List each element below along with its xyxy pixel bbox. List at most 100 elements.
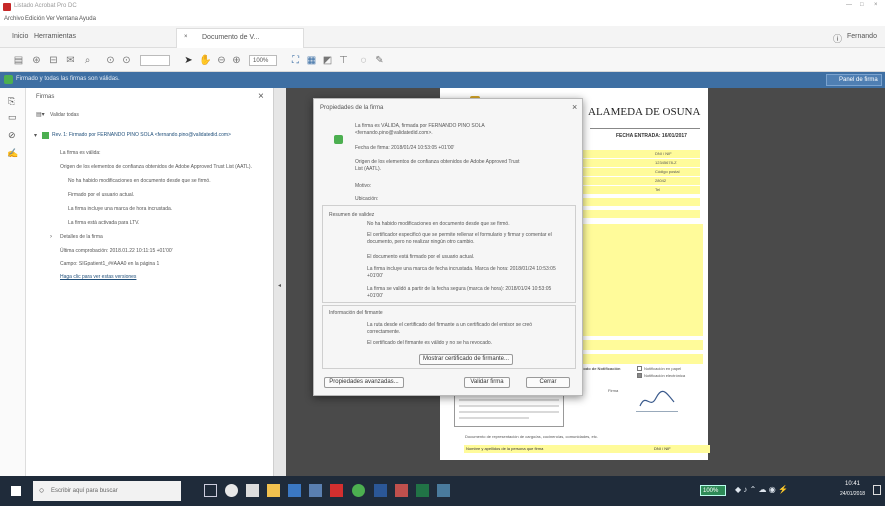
rev-signature-icon (42, 132, 49, 139)
zoom-in-icon[interactable]: ⊕ (231, 55, 242, 66)
form-field-4[interactable] (583, 177, 700, 185)
form-field-7[interactable] (583, 210, 700, 218)
clock-time[interactable]: 10:41 (845, 481, 860, 487)
task-view-icon[interactable] (204, 484, 217, 497)
signature-panel-label: Panel de firma (839, 77, 878, 83)
taskbar-search-box[interactable]: ○ Escribir aquí para buscar (33, 481, 181, 501)
rev-expand-icon[interactable]: ▾ (34, 132, 37, 139)
validate-signature-button[interactable]: Validar firma (464, 377, 510, 388)
excel-icon[interactable] (416, 484, 429, 497)
form-field-9[interactable] (583, 354, 703, 364)
menu-ver[interactable]: Ver (46, 16, 55, 22)
footer-value: DNI / NIF (654, 446, 671, 451)
highlight-icon[interactable]: ⊤ (338, 55, 349, 66)
dialog-close-button[interactable]: × (572, 102, 577, 112)
collapse-arrow-icon[interactable]: ◂ (278, 282, 281, 289)
sig-item-timestamp: La firma incluye una marca de hora incru… (68, 206, 173, 212)
attachments-icon[interactable]: ⎘ (8, 96, 15, 107)
battery-indicator[interactable]: 100% (700, 485, 726, 496)
tab-home[interactable]: Inicio (12, 33, 28, 40)
powerpoint-icon[interactable] (395, 484, 408, 497)
page-number-input[interactable] (140, 55, 170, 66)
signature-panel-button[interactable]: Panel de firma (826, 74, 882, 86)
tray-icons[interactable]: ◆ ♪ ⌃ ☁ ◉ ⚡ (735, 485, 788, 494)
signature-pen-icon[interactable]: ✍ (7, 148, 18, 159)
help-icon[interactable]: ⓘ (833, 32, 842, 45)
signer-info-group: Información del firmante La ruta desde e… (322, 305, 576, 369)
clock-date[interactable]: 24/01/2018 (840, 491, 865, 497)
form-field-large[interactable] (583, 224, 703, 336)
notify-label: Modo de Notificación (580, 366, 621, 371)
table-value-2: 12345678-Z (655, 160, 677, 165)
tab-close-icon[interactable]: × (184, 34, 188, 40)
sig-details[interactable]: Detalles de la firma (60, 234, 103, 240)
form-field-5[interactable] (583, 186, 700, 194)
mail-icon[interactable] (288, 484, 301, 497)
tab-document-active[interactable]: × Documento de V... (176, 28, 304, 48)
validate-all-button[interactable]: ▤▾ Validar todas (36, 110, 79, 120)
email-icon[interactable]: ✉ (65, 55, 76, 66)
form-field-2[interactable] (583, 159, 700, 167)
form-field-8[interactable] (583, 340, 703, 350)
dialog-origin: Origen de los elementos de confianza obt… (355, 159, 520, 172)
user-name[interactable]: Fernando (847, 33, 877, 40)
close-button[interactable]: × (874, 2, 878, 8)
menu-bar: Archivo Edición Ver Ventana Ayuda (0, 14, 885, 26)
show-certificate-button[interactable]: Mostrar certificado de firmante... (419, 354, 513, 365)
paperclip-icon[interactable]: ⊘ (8, 130, 16, 141)
dialog-title: Propiedades de la firma (320, 105, 384, 111)
dialog-intro: La firma es VÁLIDA, firmada por FERNANDO… (355, 123, 485, 136)
hand-icon[interactable]: ✋ (199, 55, 211, 66)
menu-ventana[interactable]: Ventana (56, 16, 78, 22)
app-icon-1[interactable] (309, 484, 322, 497)
windows-start-icon[interactable] (11, 486, 21, 496)
rotate-icon[interactable]: ◩ (322, 55, 333, 66)
signatures-panel-close[interactable]: × (258, 91, 264, 102)
page-up-icon[interactable]: ⊙ (105, 55, 116, 66)
panel-splitter[interactable]: ◂ (274, 88, 286, 476)
edge-icon[interactable] (225, 484, 238, 497)
zoom-select[interactable]: 100% (249, 55, 277, 66)
print-icon[interactable]: ⊟ (48, 55, 59, 66)
handwritten-signature (639, 390, 675, 407)
app-icon-2[interactable] (437, 484, 450, 497)
acrobat-taskbar-icon[interactable] (330, 484, 343, 497)
zoom-out-icon[interactable]: ⊖ (216, 55, 227, 66)
select-icon[interactable]: ➤ (183, 55, 194, 66)
cloud-icon[interactable]: ⊛ (31, 55, 42, 66)
menu-ayuda[interactable]: Ayuda (79, 16, 96, 22)
windows-taskbar: ○ Escribir aquí para buscar 100% ◆ ♪ ⌃ ☁… (0, 476, 885, 506)
dialog-close-action-button[interactable]: Cerrar (526, 377, 570, 388)
sig-details-expand-icon[interactable]: › (50, 234, 52, 240)
save-icon[interactable]: ▤ (13, 55, 24, 66)
scroll-mode-icon[interactable]: ▦ (306, 55, 317, 66)
tab-tools[interactable]: Herramientas (34, 33, 76, 40)
notification-icon[interactable] (873, 485, 881, 495)
validity-item-5: La firma se validó a partir de la fecha … (367, 286, 552, 299)
advanced-properties-button[interactable]: Propiedades avanzadas... (324, 377, 404, 388)
validity-item-4: La firma incluye una marca de fecha incr… (367, 266, 556, 279)
comment-icon[interactable]: ◌ (358, 55, 369, 66)
maximize-button[interactable]: □ (860, 2, 864, 8)
pen-icon[interactable]: ✎ (374, 55, 385, 66)
rev-entry[interactable]: Rev. 1: Firmado por FERNANDO PINO SOLA <… (52, 132, 231, 138)
minimize-button[interactable]: — (846, 2, 852, 8)
menu-archivo[interactable]: Archivo (4, 16, 24, 22)
pages-icon[interactable]: ▭ (8, 112, 17, 123)
validity-title: Resumen de validez (329, 212, 375, 218)
form-field-6[interactable] (583, 198, 700, 206)
search-icon[interactable]: ⌕ (82, 55, 93, 66)
store-icon[interactable] (246, 484, 259, 497)
dialog-sign-date: Fecha de firma: 2018/01/24 10:53:05 +01'… (355, 145, 455, 151)
form-field-1[interactable] (583, 150, 700, 158)
sig-versions-link[interactable]: Haga clic para ver estas versiones (60, 274, 136, 280)
notify-digital-checkbox[interactable] (637, 373, 642, 378)
chrome-icon[interactable] (352, 484, 365, 497)
fit-icon[interactable]: ⛶ (290, 55, 301, 66)
page-down-icon[interactable]: ⊙ (121, 55, 132, 66)
word-icon[interactable] (374, 484, 387, 497)
form-field-3[interactable] (583, 168, 700, 176)
notify-paper-checkbox[interactable] (637, 366, 642, 371)
menu-edicion[interactable]: Edición (25, 16, 45, 22)
explorer-icon[interactable] (267, 484, 280, 497)
